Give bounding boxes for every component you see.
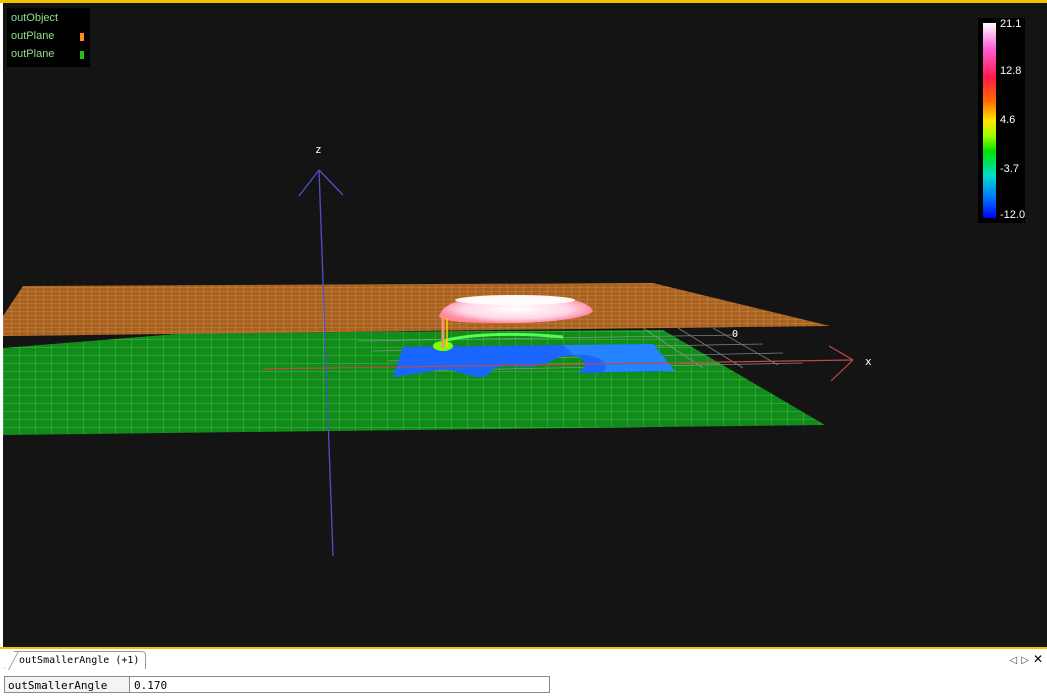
close-icon[interactable]: ✕ (1033, 652, 1043, 666)
x-axis-label: x (865, 355, 872, 368)
green-swatch (80, 51, 84, 59)
output-field-label: outSmallerAngle (4, 676, 130, 693)
color-gradient (983, 23, 996, 218)
output-field-value[interactable]: 0.170 (130, 676, 550, 693)
orange-swatch (80, 33, 84, 41)
3d-viewport[interactable]: z x 0 outObject outPlane outPlane 21.1 1… (3, 3, 1047, 647)
prev-tab-icon[interactable]: ◁ (1010, 655, 1018, 666)
z-axis-label: z (315, 143, 322, 156)
colorbar-label-max: 21.1 (1000, 18, 1022, 30)
3d-scene[interactable]: z x 0 (3, 3, 1047, 647)
output-tab-bar: outSmallerAngle (+1) ◁ ▷ ✕ (0, 649, 1047, 671)
colorbar-label-4: -3.7 (1000, 163, 1019, 175)
colorbar-label-2: 12.8 (1000, 65, 1022, 77)
legend-item-outobject[interactable]: outObject (11, 10, 87, 28)
object-legend: outObject outPlane outPlane (7, 8, 90, 67)
origin-label: 0 (732, 329, 738, 340)
colorbar-label-3: 4.6 (1000, 114, 1016, 126)
legend-item-outplane-orange[interactable]: outPlane (11, 28, 87, 46)
next-tab-icon[interactable]: ▷ (1021, 655, 1029, 666)
green-plane (3, 330, 825, 435)
tab-outsmallerangle[interactable]: outSmallerAngle (+1) (4, 651, 147, 669)
legend-item-outplane-green[interactable]: outPlane (11, 46, 87, 64)
colorbar-label-min: -12.0 (1000, 209, 1026, 221)
tab-nav-buttons: ◁ ▷ ✕ (1006, 652, 1043, 666)
color-scale-bar: 21.1 12.8 4.6 -3.7 -12.0 (978, 18, 1025, 223)
orange-plane (3, 283, 830, 336)
